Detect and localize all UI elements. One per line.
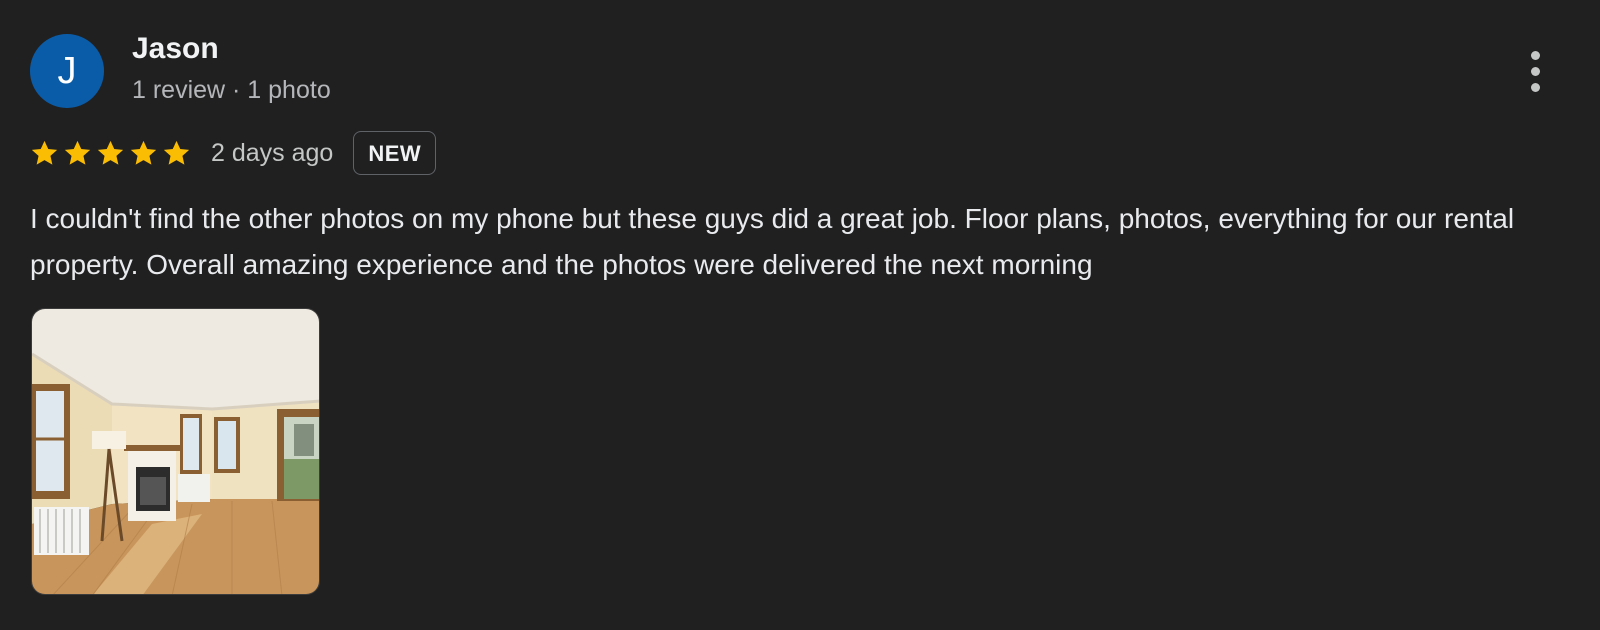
more-options-button[interactable] xyxy=(1518,48,1554,98)
review-text: I couldn't find the other photos on my p… xyxy=(30,203,1515,280)
review-photo[interactable] xyxy=(31,308,320,595)
star-icon xyxy=(163,140,190,165)
room-photo-image xyxy=(32,309,319,594)
star-icon xyxy=(64,140,91,165)
star-icon xyxy=(97,140,124,165)
star-rating xyxy=(28,138,193,169)
star-icon xyxy=(31,140,58,165)
author-name[interactable]: Jason xyxy=(132,32,219,66)
review-date: 2 days ago xyxy=(211,138,334,167)
new-badge: NEW xyxy=(353,131,437,175)
review-card: J Jason 1 review · 1 photo 2 days ago NE… xyxy=(0,0,1600,630)
author-meta: 1 review · 1 photo xyxy=(132,76,331,104)
star-icon xyxy=(130,140,157,165)
avatar[interactable]: J xyxy=(30,34,104,108)
rating-row: 2 days ago NEW xyxy=(28,130,437,176)
